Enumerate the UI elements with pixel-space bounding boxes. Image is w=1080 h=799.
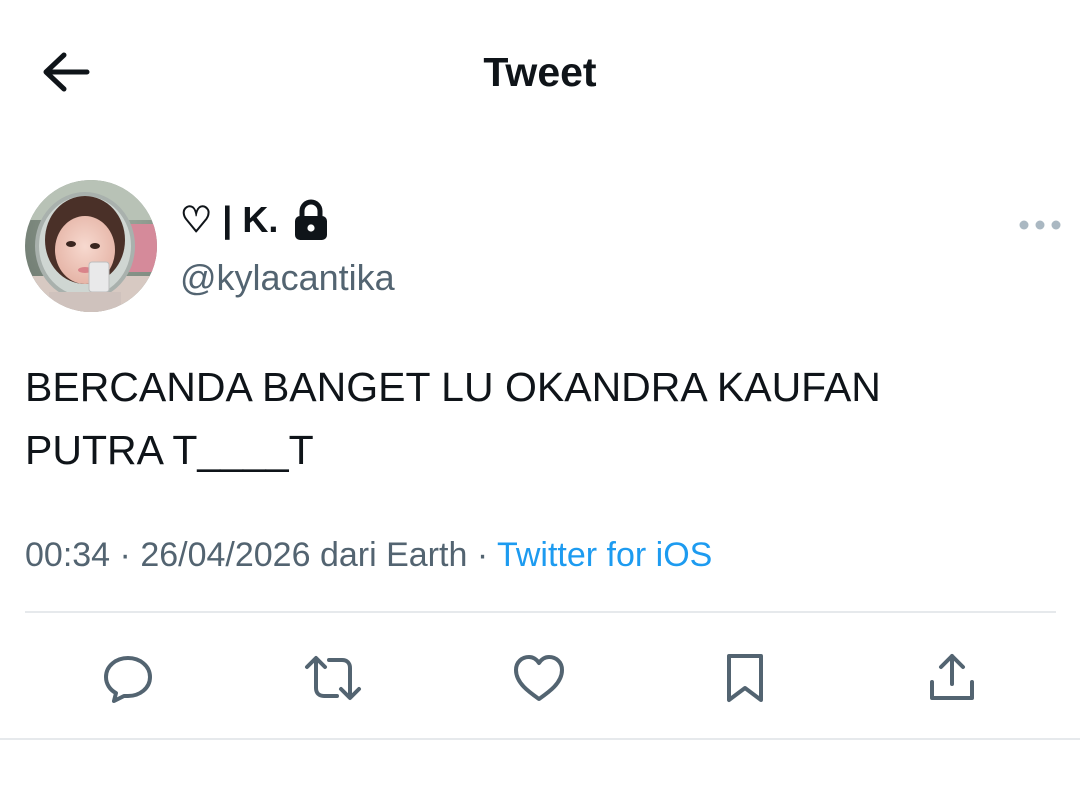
tweet-date: 26/04/2026: [140, 536, 311, 574]
divider: [0, 738, 1080, 740]
author-handle[interactable]: @kylacantika: [180, 254, 395, 302]
tweet-meta: 00:34 · 26/04/2026 dari Earth · Twitter …: [25, 530, 712, 580]
more-options-button[interactable]: [1018, 212, 1062, 238]
divider: [25, 611, 1056, 613]
share-icon: [930, 654, 974, 700]
reply-icon: [104, 656, 152, 703]
avatar[interactable]: [25, 180, 157, 312]
meta-separator: ·: [119, 536, 131, 574]
page-title: Tweet: [483, 49, 597, 95]
avatar-photo: [25, 180, 157, 312]
bookmark-button[interactable]: [715, 648, 775, 708]
author-display-name: ♡ | K.: [180, 199, 279, 240]
tweet-location: dari Earth: [319, 536, 468, 574]
tweet-text: BERCANDA BANGET LU OKANDRA KAUFAN PUTRA …: [25, 364, 881, 473]
author-name-row[interactable]: ♡ | K.: [180, 196, 328, 244]
tweet-detail-page: Tweet ♡ | K. @kylacantika BERCANDA BANGE…: [0, 0, 1080, 799]
lock-icon: [294, 199, 328, 241]
retweet-button[interactable]: [303, 648, 363, 708]
more-icon: [1019, 220, 1061, 230]
bookmark-icon: [727, 654, 763, 702]
reply-button[interactable]: [98, 648, 158, 708]
heart-icon: [514, 655, 564, 701]
retweet-icon: [305, 656, 361, 700]
like-button[interactable]: [509, 648, 569, 708]
tweet-time: 00:34: [25, 536, 111, 574]
meta-separator: ·: [476, 536, 489, 574]
source-link[interactable]: Twitter for iOS: [497, 536, 712, 574]
share-button[interactable]: [922, 648, 982, 708]
header: Tweet: [0, 0, 1080, 140]
